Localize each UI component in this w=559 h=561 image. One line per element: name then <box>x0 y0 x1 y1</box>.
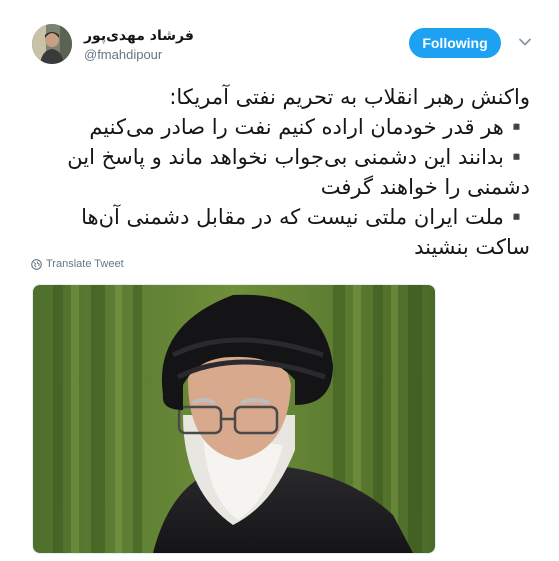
tweet-line: ▪️ملت ایران ملتی نیست که در مقابل دشمنی … <box>81 205 530 259</box>
user-avatar-icon <box>32 24 72 64</box>
translate-tweet-label: Translate Tweet <box>46 258 124 270</box>
photo-icon <box>33 285 435 553</box>
globe-icon <box>31 258 42 270</box>
tweet-text: واکنش رهبر انقلاب به تحریم نفتی آمریکا: … <box>30 82 530 262</box>
tweet-line: واکنش رهبر انقلاب به تحریم نفتی آمریکا: <box>169 85 530 109</box>
tweet-line: ▪️بدانند این دشمنی بی‌جواب نخواهد ماند و… <box>67 145 530 199</box>
following-button[interactable]: Following <box>409 28 501 58</box>
translate-tweet-link[interactable]: Translate Tweet <box>31 258 124 270</box>
chevron-down-icon <box>519 38 531 46</box>
author-handle[interactable]: @fmahdipour <box>84 47 162 62</box>
tweet-menu-button[interactable] <box>516 33 534 51</box>
tweet-line: ▪️هر قدر خودمان اراده کنیم نفت را صادر م… <box>89 115 530 139</box>
author-avatar[interactable] <box>32 24 72 64</box>
author-display-name[interactable]: فرشاد مهدی‌پور <box>84 28 194 44</box>
tweet-photo[interactable] <box>32 284 436 554</box>
